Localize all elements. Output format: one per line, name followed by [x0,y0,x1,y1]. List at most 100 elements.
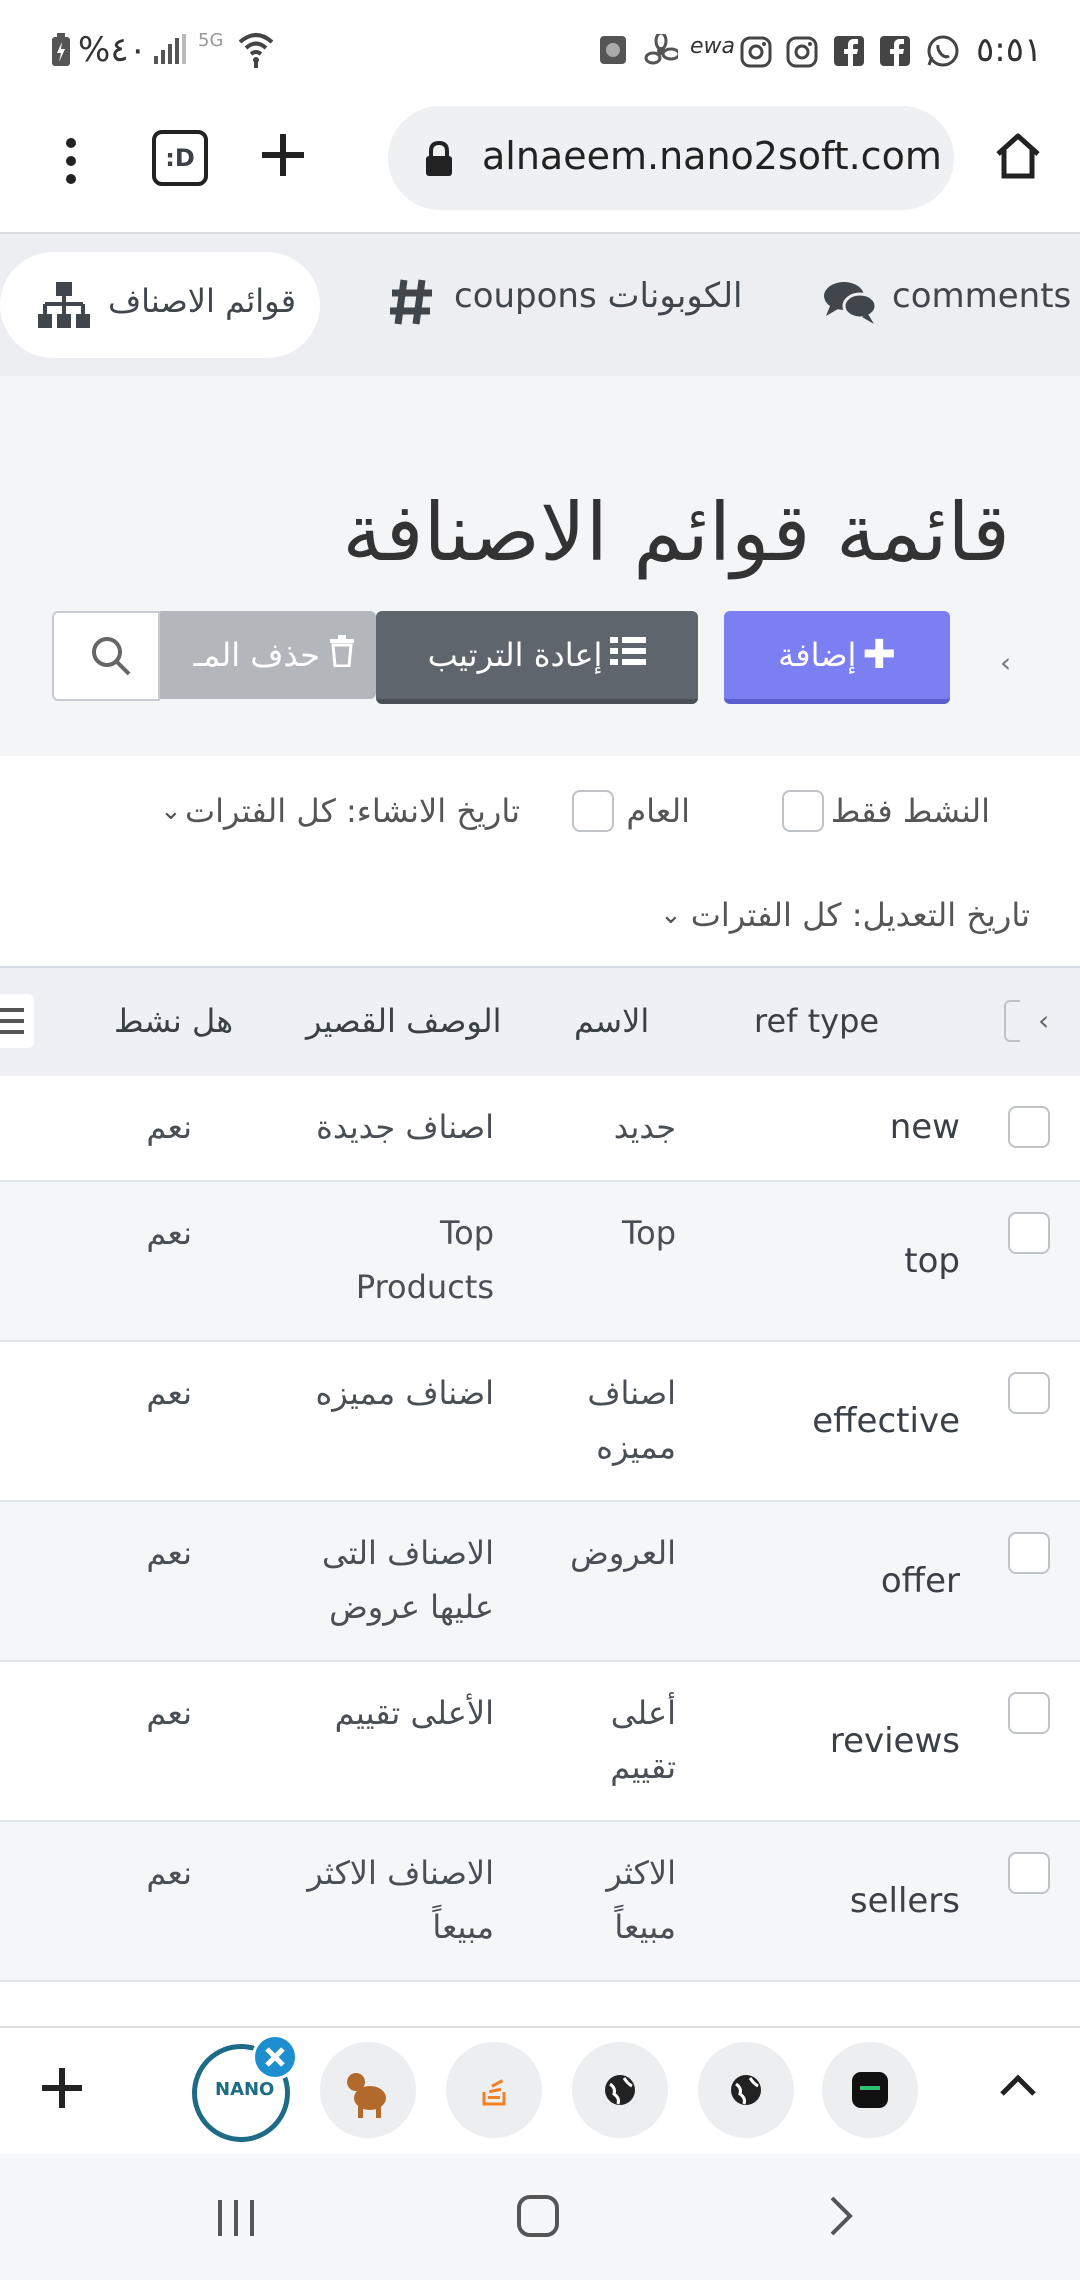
table-row[interactable]: sellers الاكثر مبيعاً الاصناف الاكثر مبي… [0,1822,1080,1982]
chevron-left-icon-table[interactable]: ‹ [1038,1004,1049,1037]
whatsapp-icon [926,34,960,72]
cell-name: جديد [613,1108,676,1146]
column-short-desc[interactable]: الوصف القصير [306,1002,502,1040]
cell-name-line1: اصناف [587,1374,676,1412]
table-row[interactable]: offer العروض الاصناف التى عليها عروض نعم [0,1502,1080,1662]
cell-desc: اضناف مميزه [315,1374,494,1412]
cell-name-line1: أعلى [610,1694,676,1732]
table-row[interactable]: reviews أعلى تقييم الأعلى تقييم نعم [0,1662,1080,1822]
row-checkbox[interactable] [1008,1106,1050,1148]
cell-active: نعم [146,1108,192,1146]
delete-button[interactable]: حذف المـ [156,611,376,699]
active-only-label: النشط فقط [830,792,990,830]
row-checkbox[interactable] [1008,1532,1050,1574]
cell-desc-line2: مبيعاً [432,1908,494,1946]
tab-app-dark[interactable] [822,2042,918,2138]
facebook-icon-2 [880,36,910,70]
tab-globe-2[interactable] [698,2042,794,2138]
instagram-icon-2 [786,36,818,72]
battery-percent: %٤٠ [78,30,147,70]
dark-app-icon [852,2072,888,2108]
cell-active: نعم [146,1694,192,1732]
table-row[interactable]: top Top Top Products نعم [0,1182,1080,1342]
signal-icon [152,34,188,70]
dog-icon [347,2073,386,2118]
chevron-up-icon[interactable] [998,2070,1038,2104]
menu-kebab-icon[interactable] [56,136,86,190]
add-button[interactable]: ✚ إضافة [724,611,950,704]
tab-switcher-button[interactable]: :D [152,130,208,186]
tab-bar: NANO [0,2026,1080,2156]
cell-name-line2: مبيعاً [614,1908,676,1946]
cell-desc: الأعلى تقييم [334,1694,494,1732]
trash-icon [328,635,356,675]
wifi-icon [236,28,276,72]
close-tab-icon[interactable] [252,2034,298,2080]
search-button[interactable] [52,611,160,701]
nano-logo: NANO [215,2079,275,2100]
cell-ref: new [889,1107,960,1147]
tab-stackoverflow[interactable] [446,2042,542,2138]
cell-desc-line2: Products [355,1268,494,1306]
column-ref-type[interactable]: ref type [754,1002,879,1040]
cell-desc-line1: الاصناف الاكثر [307,1854,494,1892]
modified-date-filter[interactable]: تاريخ التعديل: كل الفترات [691,896,1030,934]
chevron-down-icon-2[interactable]: ⌄ [660,900,682,930]
nav-item-categories[interactable]: قوائم الاصناف [0,252,320,358]
public-checkbox[interactable] [572,790,614,832]
status-time: ٥:٥١ [976,30,1043,70]
network-type-icon: 5G [198,30,224,51]
column-name[interactable]: الاسم [574,1002,649,1040]
globe-icon [605,2075,635,2105]
cell-active: نعم [146,1534,192,1572]
column-menu-button[interactable] [0,994,34,1048]
cell-name-line2: مميزه [596,1428,676,1466]
recent-apps-icon[interactable] [216,2198,256,2242]
nav-item-categories-label: قوائم الاصناف [108,282,296,320]
tab-globe-1[interactable] [572,2042,668,2138]
public-label: العام [626,792,690,830]
active-only-checkbox[interactable] [782,790,824,832]
hashtag-icon [388,276,436,332]
chevron-left-icon[interactable]: ‹ [1000,646,1011,679]
row-checkbox[interactable] [1008,1852,1050,1894]
tab-dog[interactable] [320,2042,416,2138]
comments-icon [822,280,878,330]
cell-name-line2: تقييم [610,1748,676,1786]
address-bar[interactable]: alnaeem.nano2soft.com [388,106,954,210]
app-notification-icon [598,34,628,70]
table-row[interactable]: effective اصناف مميزه اضناف مميزه نعم [0,1342,1080,1502]
nav-item-comments[interactable]: comments [892,276,1071,316]
new-tab-plus-icon-bottom[interactable] [40,2066,84,2114]
back-nav-icon[interactable] [826,2194,856,2242]
filters-bar: النشط فقط العام تاريخ الانشاء: كل الفترا… [0,756,1080,966]
cell-ref: sellers [849,1881,960,1921]
nav-item-coupons[interactable]: coupons الكوبونات [454,276,743,316]
row-checkbox[interactable] [1008,1692,1050,1734]
plus-icon: ✚ [862,632,896,678]
row-checkbox[interactable] [1008,1212,1050,1254]
select-all-checkbox[interactable] [1004,1000,1020,1042]
cell-desc-line1: الاصناف التى [321,1534,494,1572]
home-nav-icon[interactable] [516,2194,560,2242]
globe-icon-2 [731,2075,761,2105]
cell-ref: top [904,1241,960,1281]
reorder-button-label: إعادة الترتيب [427,636,603,674]
cell-active: نعم [146,1374,192,1412]
reorder-button[interactable]: إعادة الترتيب [376,611,698,704]
sitemap-icon [38,282,90,334]
ewa-icon: ewa [690,34,736,59]
chevron-down-icon[interactable]: ⌄ [160,796,182,826]
lock-icon [424,140,454,182]
cell-ref: offer [880,1561,960,1601]
table-row[interactable]: new جديد اصناف جديدة نعم [0,1076,1080,1182]
cell-name: العروض [570,1534,676,1572]
cell-ref: effective [812,1401,960,1441]
created-date-filter[interactable]: تاريخ الانشاء: كل الفترات [185,792,520,830]
cell-desc-line1: Top [440,1214,494,1252]
home-icon[interactable] [992,130,1044,186]
stackoverflow-icon [482,2079,506,2106]
column-is-active[interactable]: هل نشط [114,1002,233,1040]
new-tab-plus-icon[interactable] [260,132,306,182]
row-checkbox[interactable] [1008,1372,1050,1414]
